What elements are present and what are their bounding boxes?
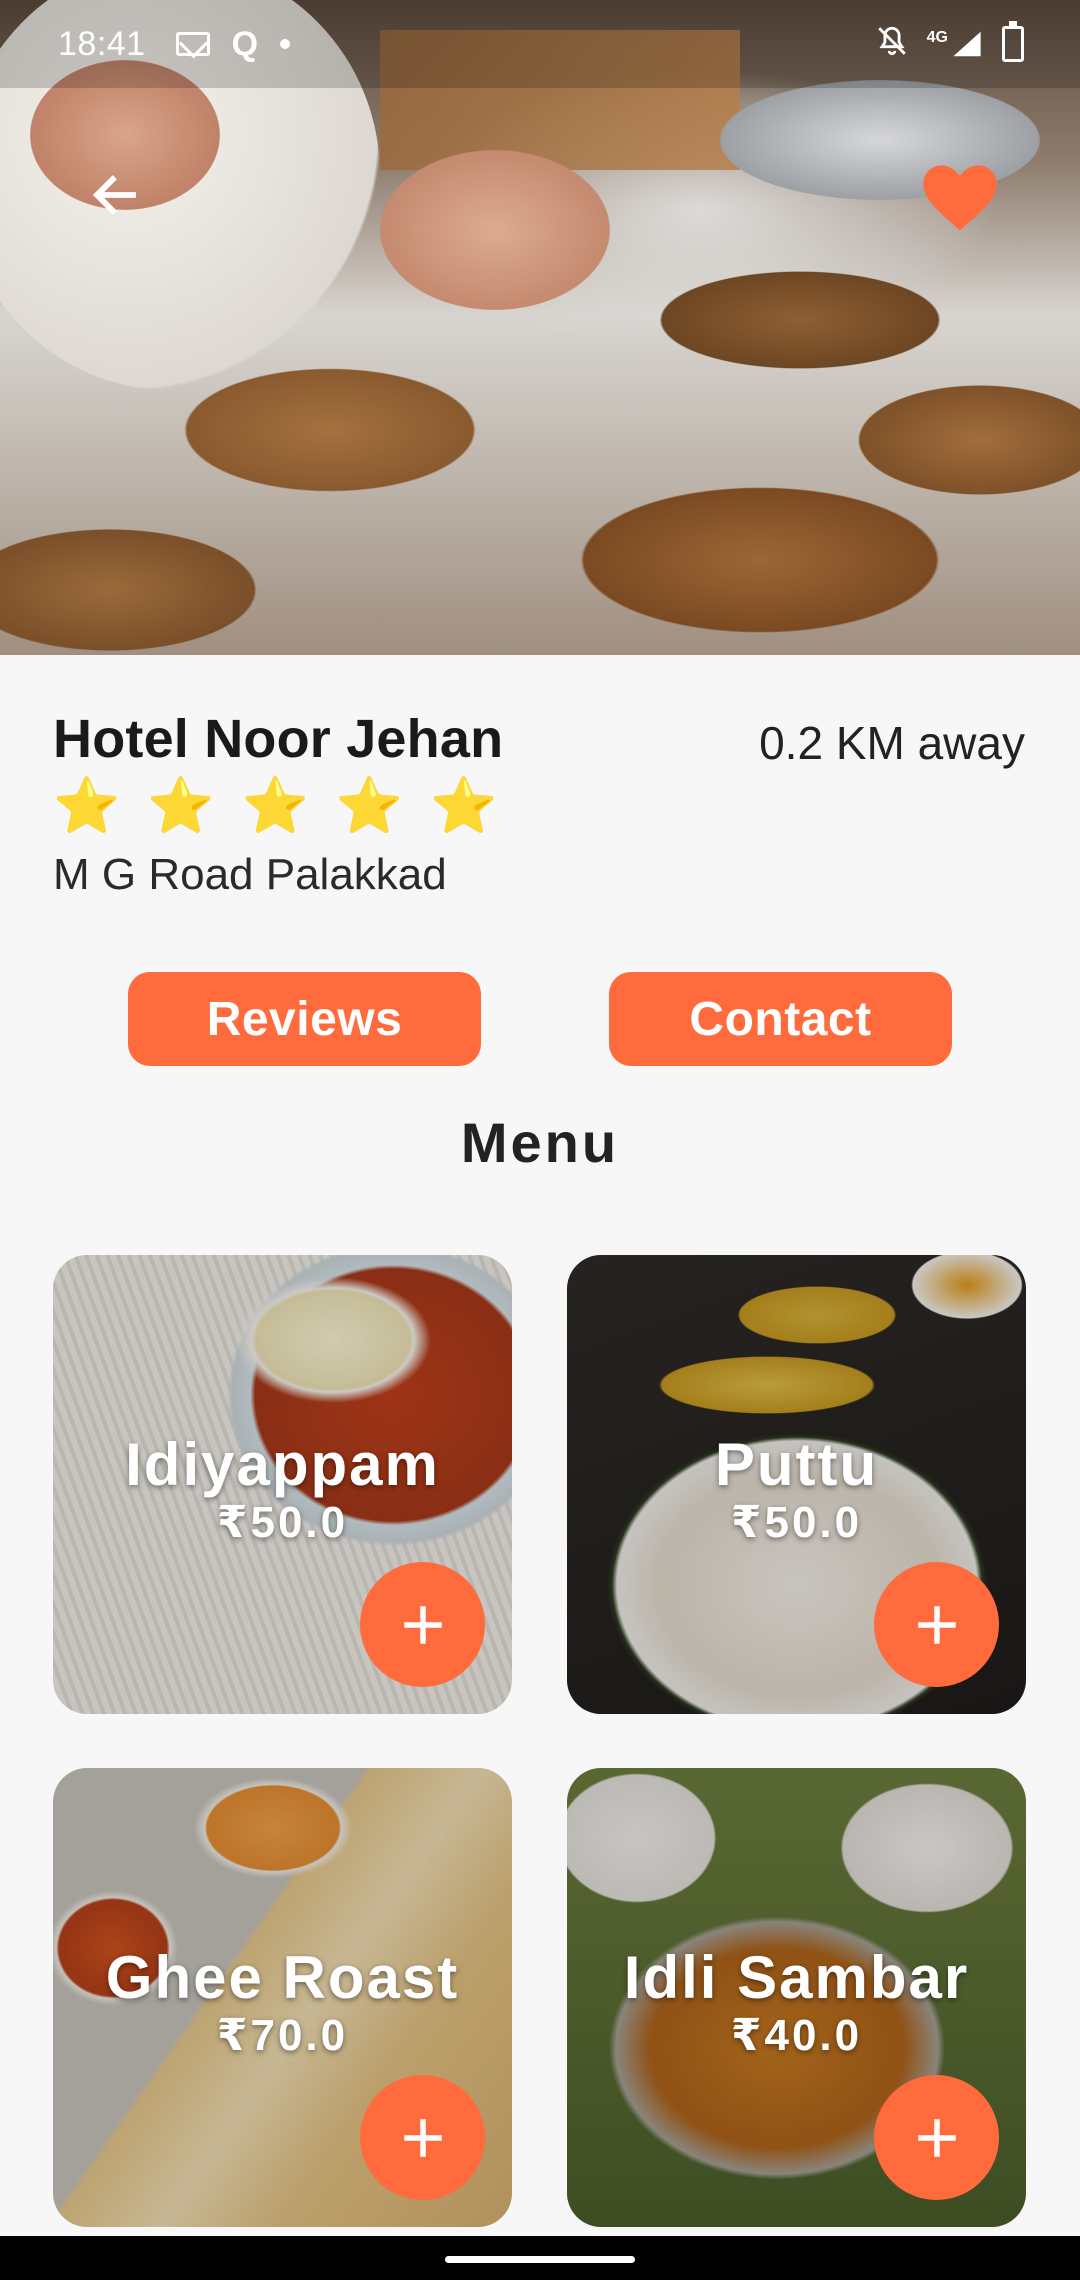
mail-icon — [175, 32, 210, 56]
add-to-cart-button[interactable] — [874, 1562, 999, 1687]
add-to-cart-button[interactable] — [360, 2075, 485, 2200]
menu-item-price: ₹50.0 — [216, 1498, 349, 1547]
status-bar: 18:41 Q 4G — [0, 0, 1080, 88]
arrow-left-icon — [92, 175, 136, 215]
contact-button[interactable]: Contact — [609, 972, 952, 1066]
favorite-button[interactable] — [920, 160, 1000, 234]
menu-item-price: ₹50.0 — [730, 1498, 863, 1547]
reviews-button[interactable]: Reviews — [128, 972, 481, 1066]
add-to-cart-button[interactable] — [360, 1562, 485, 1687]
menu-item-card[interactable]: Ghee Roast ₹70.0 — [53, 1768, 512, 2227]
status-time: 18:41 — [58, 24, 146, 63]
heart-icon — [923, 165, 997, 231]
menu-item-name: Idli Sambar — [623, 1944, 970, 2011]
restaurant-address: M G Road Palakkad — [53, 850, 447, 899]
star-icon: ⭐ — [147, 776, 215, 836]
plus-icon — [403, 1605, 442, 1644]
network-label: 4G — [926, 29, 948, 46]
signal-4g-icon: 4G — [927, 29, 984, 59]
home-indicator[interactable] — [445, 2256, 635, 2263]
star-icon: ⭐ — [53, 776, 121, 836]
back-button[interactable] — [80, 160, 150, 230]
dot-icon — [280, 39, 291, 49]
menu-item-name: Puttu — [714, 1431, 879, 1498]
star-icon: ⭐ — [335, 776, 403, 836]
star-icon: ⭐ — [241, 776, 309, 836]
menu-item-name: Idiyappam — [125, 1431, 440, 1498]
menu-item-price: ₹40.0 — [730, 2011, 863, 2060]
menu-item-name: Ghee Roast — [105, 1944, 460, 2011]
battery-charging-icon — [1002, 21, 1024, 62]
menu-item-card[interactable]: Idli Sambar ₹40.0 — [567, 1768, 1026, 2227]
restaurant-name: Hotel Noor Jehan — [53, 709, 504, 769]
mute-icon — [875, 24, 909, 65]
plus-icon — [917, 2118, 956, 2157]
plus-icon — [403, 2118, 442, 2157]
menu-item-price: ₹70.0 — [216, 2011, 349, 2060]
menu-title: Menu — [460, 1111, 620, 1174]
restaurant-distance: 0.2 KM away — [759, 717, 1025, 769]
menu-item-card[interactable]: Puttu ₹50.0 — [567, 1255, 1026, 1714]
star-icon: ⭐ — [430, 776, 498, 836]
menu-item-card[interactable]: Idiyappam ₹50.0 — [53, 1255, 512, 1714]
system-icons: 4G — [875, 21, 1024, 65]
hero-image — [0, 0, 1080, 655]
add-to-cart-button[interactable] — [874, 2075, 999, 2200]
q-icon: Q — [231, 24, 259, 63]
plus-icon — [917, 1605, 956, 1644]
notification-icons: Q — [175, 24, 291, 64]
star-rating: ⭐ ⭐ ⭐ ⭐ ⭐ — [53, 776, 497, 836]
hero-hand — [380, 150, 610, 310]
